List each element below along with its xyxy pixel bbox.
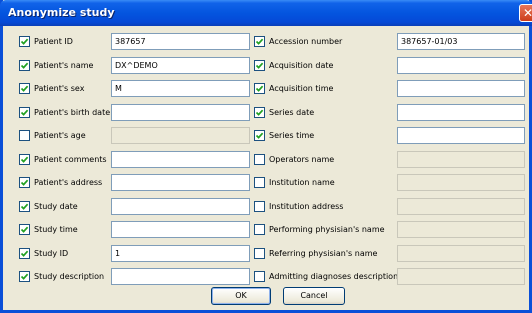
checkmark-icon <box>20 62 29 69</box>
field-input <box>397 174 525 191</box>
field-label: Institution address <box>269 202 344 211</box>
field-input[interactable] <box>397 104 525 121</box>
field-input[interactable] <box>111 174 250 191</box>
field-label: Patient's birth date <box>34 108 111 117</box>
checkmark-icon <box>20 273 29 280</box>
checkmark-icon <box>255 109 264 116</box>
field-input <box>397 198 525 215</box>
field-label: Referring physisian's name <box>269 249 378 258</box>
checkmark-icon <box>255 62 264 69</box>
field-input[interactable] <box>111 151 250 168</box>
field-input <box>111 127 250 144</box>
field-label: Acquisition date <box>269 61 334 70</box>
field-checkbox[interactable] <box>254 107 265 118</box>
field-checkbox[interactable] <box>19 248 30 259</box>
field-checkbox[interactable] <box>254 248 265 259</box>
field-label: Performing physisian's name <box>269 225 385 234</box>
field-label: Patient's sex <box>34 84 85 93</box>
field-checkbox[interactable] <box>254 130 265 141</box>
field-checkbox[interactable] <box>254 201 265 212</box>
field-checkbox[interactable] <box>254 60 265 71</box>
field-checkbox[interactable] <box>19 224 30 235</box>
checkmark-icon <box>255 85 264 92</box>
field-checkbox[interactable] <box>19 271 30 282</box>
field-checkbox[interactable] <box>19 83 30 94</box>
field-checkbox[interactable] <box>19 177 30 188</box>
field-label: Study date <box>34 202 78 211</box>
close-button[interactable]: ✕ <box>519 4 532 22</box>
field-checkbox[interactable] <box>254 154 265 165</box>
field-checkbox[interactable] <box>19 36 30 47</box>
field-checkbox[interactable] <box>19 154 30 165</box>
field-input[interactable]: DX^DEMO <box>111 57 250 74</box>
field-label: Institution name <box>269 178 335 187</box>
cancel-button[interactable]: Cancel <box>283 287 345 305</box>
field-checkbox[interactable] <box>254 224 265 235</box>
dialog-title: Anonymize study <box>8 6 115 19</box>
checkmark-icon <box>20 109 29 116</box>
field-input <box>397 268 525 285</box>
field-input[interactable]: 1 <box>111 245 250 262</box>
field-label: Series date <box>269 108 315 117</box>
field-label: Series time <box>269 131 315 140</box>
field-label: Study ID <box>34 249 69 258</box>
field-input[interactable] <box>397 80 525 97</box>
field-input[interactable]: 387657-01/03 <box>397 33 525 50</box>
field-input[interactable]: M <box>111 80 250 97</box>
field-input[interactable] <box>111 221 250 238</box>
field-input[interactable] <box>397 127 525 144</box>
checkmark-icon <box>20 203 29 210</box>
checkmark-icon <box>255 132 264 139</box>
field-label: Acquisition time <box>269 84 334 93</box>
field-input[interactable] <box>111 198 250 215</box>
anonymize-dialog: Anonymize study ✕ Patient ID 387657 Patien… <box>0 0 532 313</box>
field-label: Admitting diagnoses description <box>269 272 399 281</box>
field-checkbox[interactable] <box>19 201 30 212</box>
checkmark-icon <box>20 85 29 92</box>
checkmark-icon <box>20 156 29 163</box>
field-input <box>397 221 525 238</box>
field-input[interactable]: 387657 <box>111 33 250 50</box>
checkmark-icon <box>20 38 29 45</box>
field-label: Operators name <box>269 155 335 164</box>
field-checkbox[interactable] <box>19 60 30 71</box>
checkmark-icon <box>20 250 29 257</box>
field-input <box>397 245 525 262</box>
field-checkbox[interactable] <box>19 107 30 118</box>
field-checkbox[interactable] <box>254 177 265 188</box>
field-checkbox[interactable] <box>254 36 265 47</box>
field-label: Patient's address <box>34 178 103 187</box>
field-input[interactable] <box>111 104 250 121</box>
field-label: Study description <box>34 272 105 281</box>
field-label: Study time <box>34 225 78 234</box>
checkmark-icon <box>20 226 29 233</box>
checkmark-icon <box>20 179 29 186</box>
field-input[interactable] <box>397 57 525 74</box>
field-input <box>397 151 525 168</box>
title-bar[interactable]: Anonymize study ✕ <box>0 0 532 26</box>
field-label: Patient ID <box>34 37 73 46</box>
field-input[interactable] <box>111 268 250 285</box>
field-checkbox[interactable] <box>254 271 265 282</box>
ok-button[interactable]: OK <box>211 287 271 305</box>
field-label: Patient comments <box>34 155 107 164</box>
close-icon: ✕ <box>522 6 532 20</box>
field-checkbox[interactable] <box>19 130 30 141</box>
field-label: Accession number <box>269 37 343 46</box>
field-checkbox[interactable] <box>254 83 265 94</box>
field-label: Patient's name <box>34 61 94 70</box>
field-label: Patient's age <box>34 131 86 140</box>
checkmark-icon <box>255 38 264 45</box>
